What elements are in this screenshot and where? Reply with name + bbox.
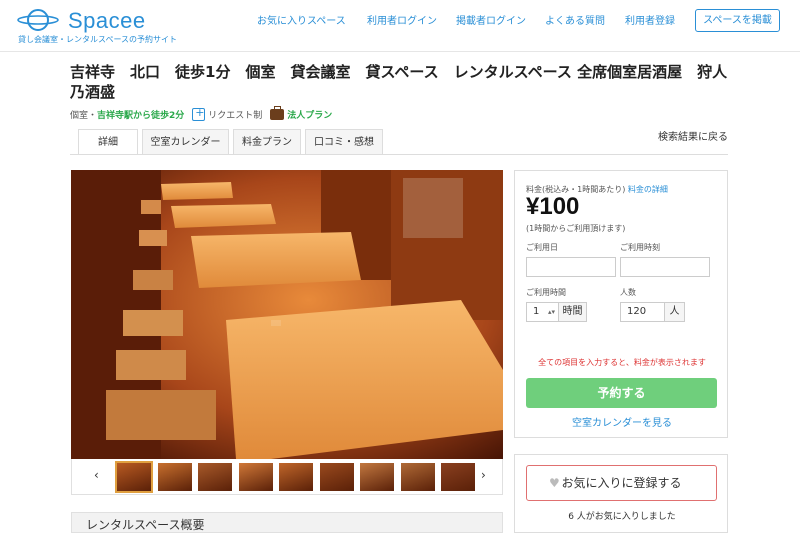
overview-heading: レンタルスペース概要 [71,512,503,533]
nav-faq[interactable]: よくある質問 [545,12,605,27]
station-access: 吉祥寺駅から徒歩2分 [97,110,185,121]
people-input[interactable]: 120 [620,302,665,322]
post-space-button[interactable]: スペースを掲載 [695,9,780,32]
space-meta: 個室・ 吉祥寺駅から徒歩2分 リクエスト制 法人プラン [70,104,332,124]
booking-panel: 料金(税込み・1時間あたり) 料金の詳細 ¥100 (1時間からご利用頂けます)… [514,170,728,438]
favorite-box: ♥ お気に入りに登録する 6 人がお気に入りしました [514,454,728,533]
date-input[interactable] [526,257,616,277]
back-to-results-link[interactable]: 検索結果に戻る [658,128,728,143]
gallery-thumbnail[interactable] [400,463,435,491]
site-header: Spacee 貸し会議室・レンタルスペースの予約サイト お気に入りスペース 利用… [0,0,800,52]
duration-select[interactable]: 1 ▴▾ [526,302,559,322]
date-label: ご利用日 [526,243,558,252]
page-title: 吉祥寺 北口 徒歩1分 個室 貸会議室 貸スペース レンタルスペース 全席個室居… [70,63,728,101]
reserve-button[interactable]: 予約する [526,378,717,408]
people-unit: 人 [665,302,685,322]
thumb-prev-arrow[interactable]: ‹ [94,468,99,482]
people-label: 人数 [620,288,636,297]
planet-logo-icon [17,9,59,31]
space-type: 個室・ [70,110,98,121]
gallery-thumbnail[interactable] [238,463,273,491]
gallery-thumbnail[interactable] [319,463,354,491]
tab-reviews[interactable]: 口コミ・感想 [305,129,383,155]
private-room-photo [71,170,503,459]
thumb-next-arrow[interactable]: › [481,468,486,482]
time-label: ご利用時刻 [620,243,660,252]
thumbnail-strip: ‹ › [71,459,503,495]
logo-text: Spacee [68,8,146,33]
tabs-divider [70,154,728,155]
gallery-thumbnail[interactable] [279,463,313,491]
add-favorite-button[interactable]: ♥ お気に入りに登録する [526,465,717,501]
price-note: (1時間からご利用頂けます) [526,224,626,233]
nav-user-login[interactable]: 利用者ログイン [367,12,437,27]
site-logo[interactable]: Spacee 貸し会議室・レンタルスペースの予約サイト [16,6,196,46]
duration-label: ご利用時間 [526,288,566,297]
request-label: リクエスト制 [208,110,263,121]
duration-unit: 時間 [559,302,587,322]
tab-calendar[interactable]: 空室カレンダー [142,129,229,155]
calendar-link[interactable]: 空室カレンダーを見る [515,414,729,429]
nav-favorites[interactable]: お気に入りスペース [257,12,346,27]
select-arrows-icon: ▴▾ [547,308,555,316]
tab-pricing[interactable]: 料金プラン [233,129,301,155]
gallery-thumbnail[interactable] [360,463,394,491]
nav-register[interactable]: 利用者登録 [625,12,675,27]
heart-icon: ♥ [549,476,560,490]
nav-host-login[interactable]: 掲載者ログイン [456,12,526,27]
time-input[interactable] [620,257,710,277]
corporate-plan-label: 法人プラン [287,110,333,121]
price-value: ¥100 [526,193,580,220]
tab-details[interactable]: 詳細 [78,129,138,155]
duration-value: 1 [533,306,540,317]
main-photo[interactable] [71,170,503,459]
gallery-thumbnail[interactable] [198,463,232,491]
logo-tagline: 貸し会議室・レンタルスペースの予約サイト [18,35,178,44]
price-detail-link[interactable]: 料金の詳細 [628,185,668,194]
favorite-button-label: お気に入りに登録する [561,476,682,490]
price-notice: 全ての項目を入力すると、料金が表示されます [538,358,706,367]
briefcase-icon [270,105,285,120]
gallery-thumbnail[interactable] [441,463,475,491]
gallery-thumbnail[interactable] [115,461,153,493]
request-icon [192,106,206,121]
favorite-count: 6 人がお気に入りしました [568,512,676,522]
gallery-thumbnail[interactable] [157,463,192,491]
